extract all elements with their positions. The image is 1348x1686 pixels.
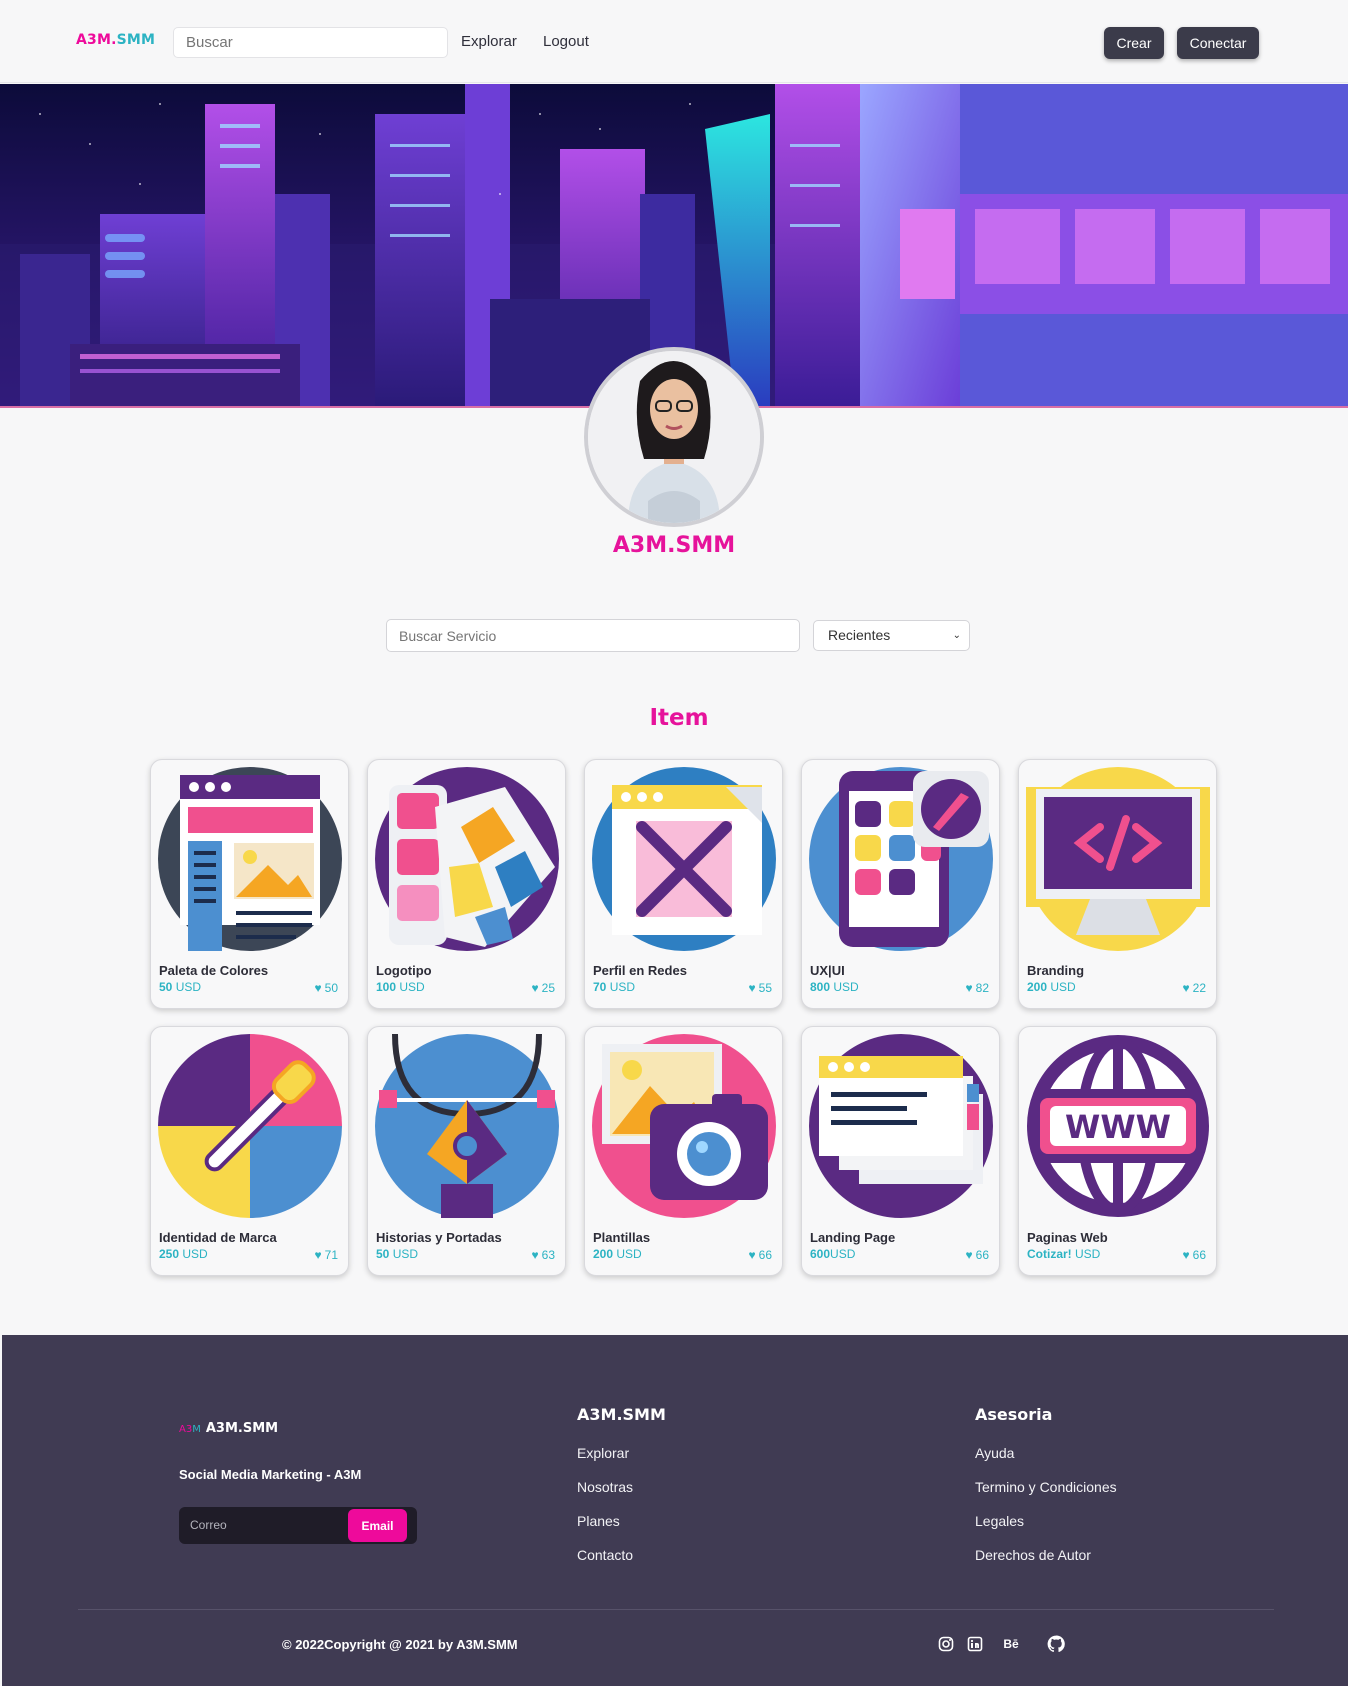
- card-title: Paleta de Colores: [159, 963, 269, 978]
- card-title: UX|UI: [810, 963, 845, 978]
- color-picker-icon: [158, 1034, 342, 1218]
- card-likes[interactable]: ♥ 25: [532, 981, 555, 995]
- card-likes[interactable]: ♥ 66: [749, 1248, 772, 1262]
- card-price: 800 USD: [810, 980, 859, 994]
- www-globe-icon: WWW: [1027, 1035, 1209, 1217]
- chevron-down-icon: ⌄: [952, 630, 961, 641]
- copyright-text: © 2022Copyright @ 2021 by A3M.SMM: [282, 1637, 518, 1652]
- service-card[interactable]: Plantillas 200 USD ♥ 66: [584, 1026, 783, 1276]
- github-icon[interactable]: [1046, 1634, 1066, 1654]
- service-card[interactable]: Historias y Portadas 50 USD ♥ 63: [367, 1026, 566, 1276]
- service-card[interactable]: Paleta de Colores 50 USD ♥ 50: [150, 759, 349, 1009]
- heart-icon: ♥: [314, 981, 322, 995]
- brand-logo[interactable]: A3M.SMM: [76, 32, 155, 48]
- footer-divider: [78, 1609, 1274, 1610]
- service-card[interactable]: Logotipo 100 USD ♥ 25: [367, 759, 566, 1009]
- footer-col1-title: A3M.SMM: [577, 1405, 666, 1424]
- camera-photo-icon: [592, 1034, 776, 1218]
- newsletter-form: Correo Email: [179, 1507, 417, 1544]
- web-layout-icon: [158, 767, 342, 951]
- card-likes[interactable]: ♥ 66: [1183, 1248, 1206, 1262]
- footer-link-planes[interactable]: Planes: [577, 1513, 620, 1529]
- card-price: 200 USD: [1027, 980, 1076, 994]
- email-button[interactable]: Email: [348, 1509, 407, 1542]
- nav-link-explorar[interactable]: Explorar: [461, 33, 517, 50]
- card-price: 600USD: [810, 1247, 856, 1261]
- service-card[interactable]: Branding 200 USD ♥ 22: [1018, 759, 1217, 1009]
- footer-link-contacto[interactable]: Contacto: [577, 1547, 633, 1563]
- section-title: Item: [649, 705, 709, 731]
- card-title: Logotipo: [376, 963, 432, 978]
- card-price: 50 USD: [159, 980, 202, 994]
- heart-icon: ♥: [1182, 981, 1190, 995]
- card-title: Historias y Portadas: [376, 1230, 502, 1245]
- footer-col2-title: Asesoria: [975, 1405, 1053, 1424]
- service-card[interactable]: Landing Page 600USD ♥ 66: [801, 1026, 1000, 1276]
- card-likes[interactable]: ♥ 66: [966, 1248, 989, 1262]
- heart-icon: ♥: [314, 1248, 322, 1262]
- card-likes[interactable]: ♥ 82: [966, 981, 989, 995]
- color-swatches-icon: [375, 767, 559, 951]
- card-likes[interactable]: ♥ 22: [1183, 981, 1206, 995]
- footer-brand[interactable]: A3M A3M.SMM: [179, 1421, 278, 1436]
- pen-tool-icon: [375, 1034, 559, 1218]
- search-input[interactable]: [173, 27, 448, 58]
- email-field[interactable]: Correo: [190, 1518, 227, 1532]
- card-price: 70 USD: [593, 980, 636, 994]
- browser-windows-icon: [809, 1034, 993, 1218]
- service-card[interactable]: WWW Paginas Web Cotizar! USD ♥ 66: [1018, 1026, 1217, 1276]
- service-card[interactable]: UX|UI 800 USD ♥ 82: [801, 759, 1000, 1009]
- card-likes[interactable]: ♥ 63: [532, 1248, 555, 1262]
- behance-icon[interactable]: Bē: [1001, 1634, 1021, 1654]
- mobile-app-icon: [809, 767, 993, 951]
- card-likes[interactable]: ♥ 50: [315, 981, 338, 995]
- card-price: 100 USD: [376, 980, 425, 994]
- expand-window-icon: [592, 767, 776, 951]
- card-likes[interactable]: ♥ 71: [315, 1248, 338, 1262]
- card-title: Plantillas: [593, 1230, 651, 1245]
- footer-link-terminos[interactable]: Termino y Condiciones: [975, 1479, 1117, 1495]
- heart-icon: ♥: [531, 1248, 539, 1262]
- card-price: 200 USD: [593, 1247, 642, 1261]
- heart-icon: ♥: [965, 981, 973, 995]
- card-likes[interactable]: ♥ 55: [749, 981, 772, 995]
- card-title: Paginas Web: [1027, 1230, 1108, 1245]
- card-title: Identidad de Marca: [159, 1230, 277, 1245]
- card-title: Landing Page: [810, 1230, 896, 1245]
- profile-name: A3M.SMM: [612, 533, 736, 558]
- footer-mini-logo: A3M: [179, 1424, 201, 1435]
- sort-select[interactable]: Recientes ⌄: [813, 620, 970, 651]
- heart-icon: ♥: [748, 1248, 756, 1262]
- card-price: 250 USD: [159, 1247, 208, 1261]
- top-navbar: A3M.SMM Explorar Logout Crear Conectar: [0, 0, 1348, 83]
- svg-text:WWW: WWW: [1065, 1108, 1171, 1146]
- footer-link-nosotras[interactable]: Nosotras: [577, 1479, 633, 1495]
- footer-link-explorar[interactable]: Explorar: [577, 1445, 629, 1461]
- service-card[interactable]: Perfil en Redes 70 USD ♥ 55: [584, 759, 783, 1009]
- footer-link-derechos[interactable]: Derechos de Autor: [975, 1547, 1091, 1563]
- card-price: 50 USD: [376, 1247, 419, 1261]
- card-title: Perfil en Redes: [593, 963, 687, 978]
- crear-button[interactable]: Crear: [1104, 27, 1164, 59]
- footer-tagline: Social Media Marketing - A3M: [179, 1467, 362, 1482]
- nav-link-logout[interactable]: Logout: [543, 33, 589, 50]
- footer-link-legales[interactable]: Legales: [975, 1513, 1024, 1529]
- card-title: Branding: [1027, 963, 1085, 978]
- heart-icon: ♥: [965, 1248, 973, 1262]
- service-search-input[interactable]: [386, 619, 800, 652]
- footer-link-ayuda[interactable]: Ayuda: [975, 1445, 1014, 1461]
- conectar-button[interactable]: Conectar: [1177, 27, 1259, 59]
- linkedin-icon[interactable]: [965, 1634, 985, 1654]
- card-price: Cotizar! USD: [1027, 1247, 1101, 1261]
- profile-avatar: [584, 347, 764, 527]
- heart-icon: ♥: [1182, 1248, 1190, 1262]
- footer: A3M A3M.SMM Social Media Marketing - A3M …: [2, 1335, 1348, 1686]
- heart-icon: ♥: [531, 981, 539, 995]
- heart-icon: ♥: [748, 981, 756, 995]
- service-card[interactable]: Identidad de Marca 250 USD ♥ 71: [150, 1026, 349, 1276]
- code-monitor-icon: [1026, 767, 1210, 951]
- instagram-icon[interactable]: [936, 1634, 956, 1654]
